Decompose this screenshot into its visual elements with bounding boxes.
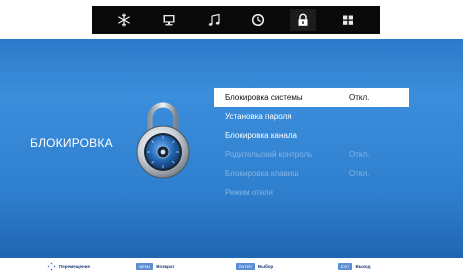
- menu-item-channel-lock[interactable]: Блокировка канала: [214, 126, 409, 145]
- lock-settings-menu: Блокировка системы Откл. Установка парол…: [214, 88, 409, 202]
- hint-back-label: Возврат: [156, 264, 175, 269]
- menu-item-label: Блокировка канала: [225, 131, 297, 140]
- music-note-icon: [208, 13, 220, 26]
- menu-item-parental-control: Родительский контроль Откл.: [214, 145, 409, 164]
- hint-exit: EXIT Выход: [338, 262, 370, 271]
- hint-back: MENU Возврат: [136, 262, 175, 271]
- menu-item-label: Режим отеля: [225, 188, 273, 197]
- navigation-arrows-icon: [47, 262, 56, 271]
- hint-exit-label: Выход: [355, 264, 371, 269]
- monitor-icon: [163, 15, 175, 26]
- tab-sound[interactable]: [201, 9, 227, 31]
- tab-time[interactable]: [245, 9, 271, 31]
- menu-item-hotel-mode: Режим отеля: [214, 183, 409, 202]
- grid-icon: [342, 15, 353, 25]
- menu-item-label: Блокировка клавиш: [225, 169, 299, 178]
- menu-item-system-lock[interactable]: Блокировка системы Откл.: [214, 88, 409, 107]
- hint-move: Перемещение: [47, 262, 90, 271]
- menu-item-key-lock: Блокировка клавиш Откл.: [214, 164, 409, 183]
- tab-setup[interactable]: [335, 9, 361, 31]
- lock-icon: [298, 13, 308, 26]
- menu-key-badge: MENU: [136, 263, 154, 270]
- menu-item-set-password[interactable]: Установка пароля: [214, 107, 409, 126]
- menu-item-value: Откл.: [349, 150, 370, 159]
- tab-picture-settings[interactable]: [111, 9, 137, 31]
- tab-lock[interactable]: [289, 9, 316, 31]
- menu-tab-bar: [92, 6, 380, 34]
- tab-screen[interactable]: [156, 9, 182, 31]
- hint-select-label: Выбор: [257, 264, 274, 269]
- menu-item-value: Откл.: [349, 169, 370, 178]
- menu-item-value: Откл.: [349, 93, 370, 102]
- hint-move-label: Перемещение: [59, 264, 91, 269]
- menu-item-label: Родительский контроль: [225, 150, 313, 159]
- clock-icon: [252, 13, 265, 27]
- menu-item-label: Установка пароля: [225, 112, 292, 121]
- hint-select: ENTER Выбор: [236, 262, 273, 271]
- snowflake-icon: [118, 13, 131, 27]
- section-title: БЛОКИРОВКА: [30, 136, 113, 150]
- top-bar: [0, 0, 463, 39]
- enter-key-badge: ENTER: [236, 263, 255, 270]
- menu-item-label: Блокировка системы: [225, 93, 303, 102]
- exit-key-badge: EXIT: [338, 263, 353, 270]
- padlock-icon: [136, 102, 190, 179]
